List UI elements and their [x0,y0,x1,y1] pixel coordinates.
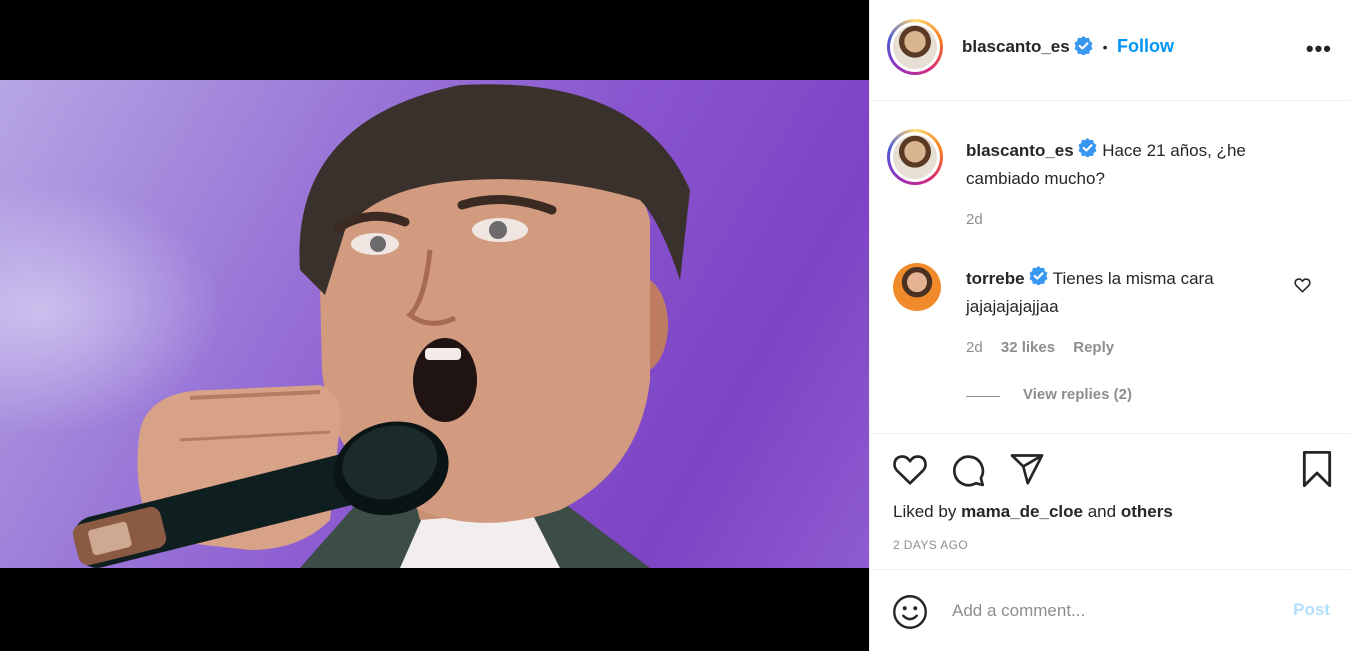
post-photo[interactable] [0,80,869,568]
comment-icon[interactable] [950,452,986,493]
caption: blascanto_es Hace 21 años, ¿he cambiado … [966,137,1306,192]
add-comment-bar: Post [870,570,1350,651]
comment-time[interactable]: 2d [966,339,983,356]
post-header: blascanto_es • Follow ••• [870,0,1350,101]
likes-prefix: Liked by [893,502,957,521]
post-sidebar: blascanto_es • Follow ••• blascanto_es H… [869,0,1350,651]
instagram-post-window: blascanto_es • Follow ••• blascanto_es H… [0,0,1350,651]
caption-time[interactable]: 2d [966,211,983,228]
emoji-icon[interactable] [892,594,928,635]
post-age[interactable]: 2 DAYS AGO [893,538,968,552]
comment-username[interactable]: torrebe [966,269,1025,288]
comment: torrebe Tienes la misma cara jajajajajaj… [966,265,1296,320]
header-separator: • [1102,39,1108,56]
follow-button[interactable]: Follow [1117,36,1174,56]
liked-by-user[interactable]: mama_de_cloe [961,502,1083,521]
verified-badge-icon [1078,138,1097,165]
header-username[interactable]: blascanto_es [962,37,1070,56]
author-avatar[interactable] [887,19,943,75]
verified-badge-icon [1074,36,1093,60]
comment-likes[interactable]: 32 likes [1001,339,1055,356]
comments-section: blascanto_es Hace 21 años, ¿he cambiado … [870,101,1350,434]
reply-button[interactable]: Reply [1073,339,1114,356]
comment-avatar[interactable] [893,263,941,311]
heart-icon[interactable] [892,452,928,491]
caption-text-line1: Hace 21 años, ¿he [1102,141,1246,160]
bookmark-icon[interactable] [1300,450,1334,493]
liked-by-others[interactable]: others [1121,502,1173,521]
likes-middle: and [1087,502,1117,521]
share-icon[interactable] [1009,452,1045,491]
more-options-icon[interactable]: ••• [1306,36,1332,62]
replies-divider [966,396,1000,397]
verified-badge-icon [1029,266,1048,293]
post-comment-button[interactable]: Post [1293,600,1330,620]
comment-text-line1: Tienes la misma cara [1052,269,1214,288]
post-media [0,0,869,651]
add-comment-input[interactable] [950,596,1274,626]
singer-illustration [72,84,690,568]
like-comment-heart-icon[interactable] [1294,277,1311,298]
post-actions: Liked by mama_de_cloe and others 2 DAYS … [870,434,1350,570]
header-author-row: blascanto_es • Follow [962,36,1174,60]
caption-avatar[interactable] [887,129,943,185]
view-replies-button[interactable]: View replies (2) [1023,386,1132,403]
comment-meta: 2d 32 likes Reply [966,339,1114,356]
comment-text-line2: jajajajajajjaa [966,297,1059,317]
likes-summary: Liked by mama_de_cloe and others [893,502,1173,522]
caption-text-line2: cambiado mucho? [966,169,1105,189]
caption-username[interactable]: blascanto_es [966,141,1074,160]
